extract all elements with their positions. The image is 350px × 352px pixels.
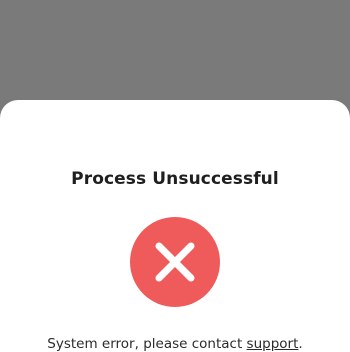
- error-dialog-sheet: Process Unsuccessful System error, pleas…: [0, 100, 350, 352]
- error-x-icon: [130, 217, 220, 307]
- dialog-title: Process Unsuccessful: [71, 169, 279, 189]
